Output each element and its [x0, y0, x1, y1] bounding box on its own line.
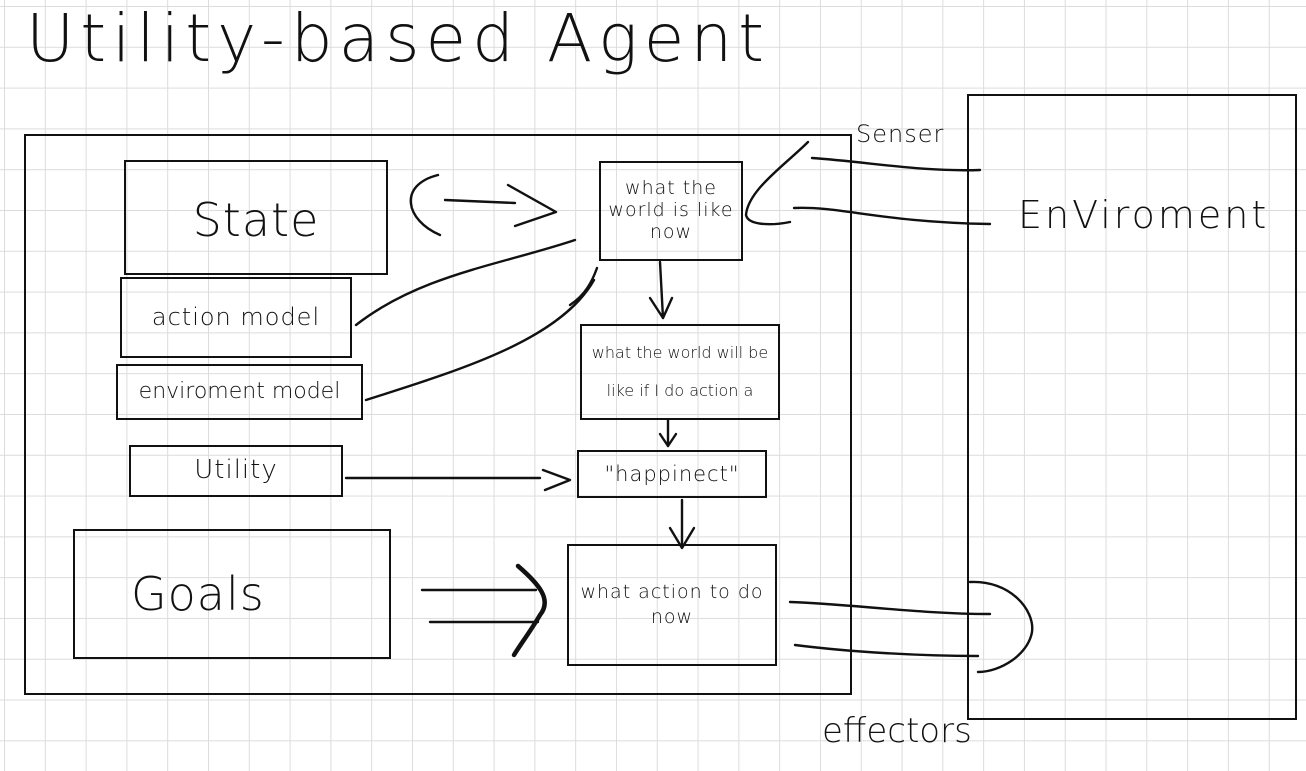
arrow-goals-to-action-now-head	[511, 563, 547, 658]
connector-arrows	[344, 140, 1034, 674]
arrow-world-now-to-world-will	[658, 260, 665, 320]
sensor-line-2	[792, 206, 992, 226]
arrow-state-to-world-now-line	[443, 198, 517, 205]
sensor-line-1	[810, 156, 982, 172]
arrow-state-to-world-now	[409, 173, 442, 237]
effector-loop	[968, 580, 1034, 674]
arrow-state-to-world-now-head	[506, 183, 558, 228]
effector-line-out	[788, 600, 992, 616]
arrow-env-model-to-world-now-hook	[568, 266, 599, 307]
arrow-utility-to-happiness-head	[541, 468, 572, 492]
arrow-action-model-to-world-now	[354, 238, 577, 327]
sensor-hook	[744, 140, 810, 226]
effector-line-in	[793, 643, 980, 658]
